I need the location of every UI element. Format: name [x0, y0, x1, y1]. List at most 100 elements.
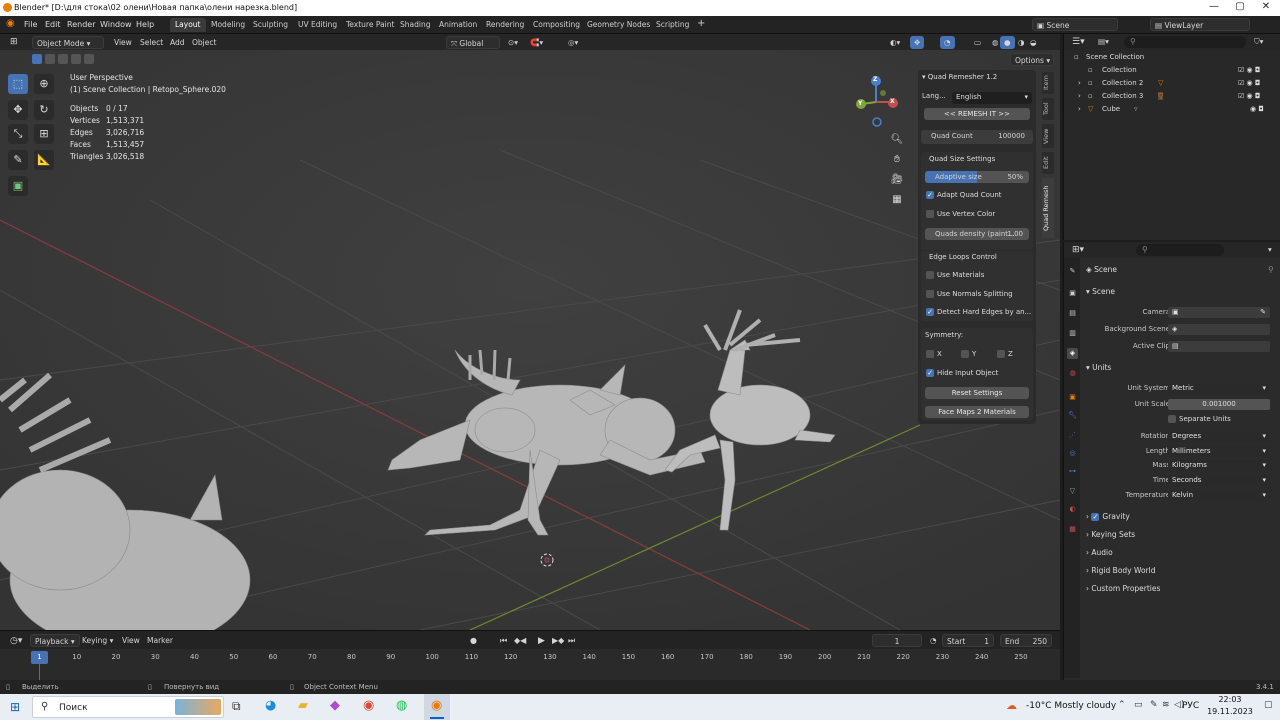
playhead[interactable]: 1 — [31, 651, 48, 664]
clock-time[interactable]: 22:03 — [1210, 695, 1250, 704]
end-frame-field[interactable]: End 250 — [1000, 634, 1052, 647]
view-layer-tab-icon[interactable]: ▥ — [1067, 328, 1078, 339]
render-tab-icon[interactable]: ▣ — [1067, 288, 1078, 299]
shading-solid-icon[interactable]: ● — [1000, 36, 1015, 49]
taskbar-search-box[interactable]: ⚲ Поиск — [32, 696, 224, 718]
maximize-icon[interactable]: ▢ — [1228, 1, 1252, 12]
navigation-gizmo[interactable]: Z X Y — [850, 72, 900, 132]
outliner-row-scene-collection[interactable]: ▫ Scene Collection — [1064, 53, 1280, 66]
options-dropdown[interactable]: Options ▾ — [1010, 53, 1054, 66]
edge-browser-icon[interactable]: ◕ — [265, 698, 276, 713]
current-frame-field[interactable]: 1 — [872, 634, 922, 647]
unit-system-select[interactable]: Metric ▾ — [1168, 383, 1270, 394]
jump-start-icon[interactable]: ⏮ — [496, 634, 511, 647]
menu-marker[interactable]: Marker — [143, 634, 177, 647]
notification-icon[interactable]: ▢ — [1264, 700, 1273, 710]
qr-detect-hard-edges[interactable]: ✓ Detect Hard Edges by an... — [926, 308, 1036, 321]
add-cube-tool-icon[interactable]: ▣ — [8, 176, 28, 196]
qr-density-field[interactable]: Quads density (paint... 1.00 — [925, 228, 1029, 240]
tab-quad-remesh[interactable]: Quad Remesh — [1042, 178, 1054, 238]
editor-type-icon[interactable]: ⊞ — [6, 35, 22, 48]
qr-reset-button[interactable]: Reset Settings — [925, 387, 1029, 399]
menu-playback[interactable]: Playback ▾ — [30, 634, 80, 647]
3d-viewport[interactable]: User Perspective (1) Scene Collection | … — [0, 50, 1060, 630]
blender-menu-icon[interactable]: ◉ — [6, 18, 15, 29]
display-mode-icon[interactable]: ▤▾ — [1094, 35, 1113, 48]
unit-scale-field[interactable]: 0.001000 — [1168, 399, 1270, 410]
particles-tab-icon[interactable]: ⋰ — [1067, 430, 1078, 441]
qr-remesh-button[interactable]: << REMESH IT >> — [924, 108, 1030, 120]
background-scene-field[interactable]: ◈ — [1168, 324, 1270, 335]
menu-select[interactable]: Select — [136, 36, 167, 49]
rigid-body-world-section-header[interactable]: › Rigid Body World — [1086, 566, 1276, 580]
active-clip-field[interactable]: ▤ — [1168, 341, 1270, 352]
scene-section-header[interactable]: ▾ Scene — [1086, 287, 1276, 301]
pan-hand-icon[interactable]: ✋︎ — [890, 150, 904, 170]
clock-date[interactable]: 19.11.2023 — [1200, 707, 1260, 716]
play-icon[interactable]: ▶ — [534, 634, 549, 647]
whatsapp-icon[interactable]: ◍ — [396, 698, 407, 713]
tab-texture-paint[interactable]: Texture Paint — [341, 18, 399, 32]
camera-field[interactable]: ▣ ✎ — [1168, 307, 1270, 318]
task-view-icon[interactable]: ⧉ — [232, 699, 241, 714]
select-extend-icon[interactable] — [45, 54, 55, 64]
row-toggles-icon[interactable]: ☑ ◉ ◘ — [1238, 66, 1260, 74]
select-box-tool-icon[interactable]: ⬚ — [8, 74, 28, 94]
tab-modeling[interactable]: Modeling — [206, 18, 250, 32]
data-tab-icon[interactable]: ▽ — [1067, 486, 1078, 497]
modifier-tab-icon[interactable]: 🔧︎ — [1067, 410, 1078, 421]
filter-icon[interactable]: ⛉▾ — [1250, 35, 1267, 48]
qr-quad-count-field[interactable]: Quad Count 100000 — [921, 130, 1033, 144]
minimize-icon[interactable]: — — [1202, 1, 1226, 12]
keying-sets-section-header[interactable]: › Keying Sets — [1086, 530, 1276, 544]
select-invert-icon[interactable] — [71, 54, 81, 64]
outliner-search-input[interactable]: ⚲ — [1124, 36, 1246, 48]
physics-tab-icon[interactable]: ◎ — [1067, 448, 1078, 459]
select-new-icon[interactable] — [32, 54, 42, 64]
qr-face-maps-button[interactable]: Face Maps 2 Materials — [925, 406, 1029, 418]
rotate-tool-icon[interactable]: ↻ — [34, 100, 54, 120]
tray-chevron-icon[interactable]: ⌃ — [1118, 700, 1126, 710]
qr-sym-x[interactable]: X — [926, 350, 960, 363]
weather-text[interactable]: -10°C Mostly cloudy — [1026, 701, 1116, 711]
tab-animation[interactable]: Animation — [434, 18, 482, 32]
language-indicator[interactable]: РУС — [1182, 701, 1199, 711]
select-intersect-icon[interactable] — [84, 54, 94, 64]
zoom-icon[interactable]: 🔍︎ — [890, 130, 904, 150]
timeline-editor-icon[interactable]: ◷▾ — [6, 634, 26, 647]
scene-selector[interactable]: ▣ Scene — [1032, 18, 1118, 31]
menu-file[interactable]: File — [24, 20, 37, 29]
world-tab-icon[interactable]: ◍ — [1067, 368, 1078, 379]
pin-icon[interactable]: ⚲ — [1268, 265, 1274, 274]
row-toggles-icon[interactable]: ☑ ◉ ◘ — [1238, 92, 1260, 100]
pen-icon[interactable]: ✎ — [1150, 700, 1158, 710]
tool-tab-icon[interactable]: ✎ — [1067, 266, 1078, 277]
annotate-tool-icon[interactable]: ✎ — [8, 150, 28, 170]
rotation-select[interactable]: Degrees ▾ — [1168, 431, 1270, 442]
qr-adapt-quad-count[interactable]: ✓ Adapt Quad Count — [926, 191, 1036, 204]
properties-editor-icon[interactable]: ⊞▾ — [1068, 243, 1088, 256]
gizmo-toggle-icon[interactable]: ✥ — [910, 36, 925, 49]
menu-edit[interactable]: Edit — [45, 20, 61, 29]
scene-tab-icon[interactable]: ◈ — [1067, 348, 1078, 359]
tab-geometry-nodes[interactable]: Geometry Nodes — [582, 18, 655, 32]
qr-header[interactable]: ▾ Quad Remesher 1.2 — [922, 73, 1032, 86]
menu-object[interactable]: Object — [188, 36, 220, 49]
tab-sculpting[interactable]: Sculpting — [248, 18, 293, 32]
qr-sym-z[interactable]: Z — [997, 350, 1031, 363]
pivot-icon[interactable]: ⊙▾ — [504, 36, 522, 49]
tab-edit[interactable]: Edit — [1042, 152, 1054, 174]
add-workspace-button[interactable]: + — [692, 16, 710, 30]
custom-properties-section-header[interactable]: › Custom Properties — [1086, 584, 1276, 598]
tab-item[interactable]: Item — [1042, 72, 1054, 94]
cursor-tool-icon[interactable]: ⊕ — [34, 74, 54, 94]
eyedropper-icon[interactable]: ✎ — [1260, 308, 1266, 316]
outliner-row-collection-3[interactable]: › ▫ Collection 3 ▽ ☑ ◉ ◘ — [1064, 92, 1280, 105]
mode-selector[interactable]: Object Mode ▾ — [32, 36, 104, 49]
tab-uv-editing[interactable]: UV Editing — [293, 18, 342, 32]
qr-use-normals[interactable]: Use Normals Splitting — [926, 290, 1036, 303]
move-tool-icon[interactable]: ✥ — [8, 100, 28, 120]
windows-start-icon[interactable]: ⊞ — [10, 700, 20, 714]
row-toggles-icon[interactable]: ◉ ◘ — [1250, 105, 1264, 113]
perspective-toggle-icon[interactable]: ▦ — [890, 190, 904, 210]
